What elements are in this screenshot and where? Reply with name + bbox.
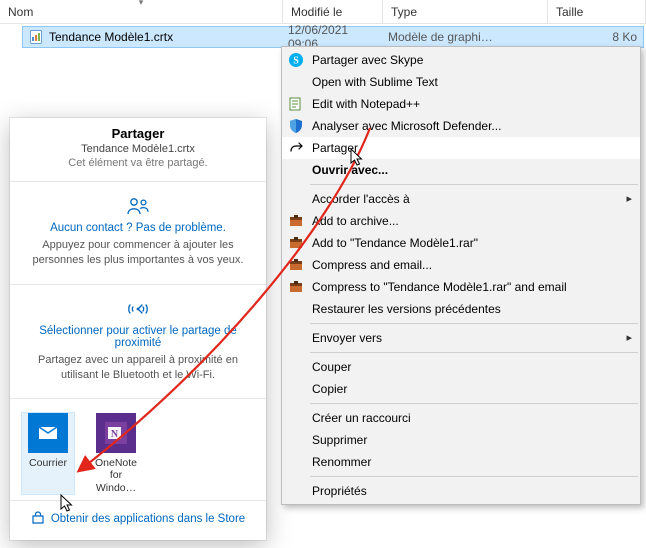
- menu-label: Partager avec Skype: [312, 53, 423, 67]
- app-label: Courrier: [22, 457, 74, 469]
- share-nearby-section[interactable]: Sélectionner pour activer le partage de …: [10, 284, 266, 399]
- menu-label: Renommer: [312, 455, 371, 469]
- column-label: Taille: [556, 5, 583, 19]
- menu-label: Ouvrir avec...: [312, 163, 388, 177]
- menu-label: Edit with Notepad++: [312, 97, 420, 111]
- share-contacts-section[interactable]: Aucun contact ? Pas de problème. Appuyez…: [10, 181, 266, 284]
- menu-item-supprimer[interactable]: Supprimer: [282, 429, 640, 451]
- file-type: Modèle de graphi…: [382, 30, 547, 44]
- menu-separator: [310, 352, 638, 353]
- share-nearby-body: Partagez avec un appareil à proximité en…: [28, 353, 248, 383]
- sort-caret-icon: ▾: [139, 0, 144, 8]
- winrar-icon: [287, 278, 305, 296]
- app-tile-mail[interactable]: Courrier: [22, 413, 74, 493]
- menu-label: Couper: [312, 360, 351, 374]
- menu-separator: [310, 403, 638, 404]
- menu-item-couper[interactable]: Couper: [282, 356, 640, 378]
- menu-item-skype[interactable]: S Partager avec Skype: [282, 49, 640, 71]
- share-header: Partager Tendance Modèle1.crtx Cet éléme…: [10, 118, 266, 181]
- menu-label: Add to "Tendance Modèle1.rar": [312, 236, 478, 250]
- context-menu: S Partager avec Skype Open with Sublime …: [281, 46, 641, 505]
- menu-item-compress-rar-email[interactable]: Compress to "Tendance Modèle1.rar" and e…: [282, 276, 640, 298]
- menu-item-copier[interactable]: Copier: [282, 378, 640, 400]
- column-header-modified[interactable]: Modifié le: [283, 0, 383, 23]
- file-size: 8 Ko: [547, 30, 643, 44]
- nearby-share-icon: [28, 299, 248, 319]
- share-apps-row: Courrier N OneNote for Windo…: [10, 398, 266, 499]
- menu-item-raccourci[interactable]: Créer un raccourci: [282, 407, 640, 429]
- menu-item-compress-email[interactable]: Compress and email...: [282, 254, 640, 276]
- svg-text:N: N: [111, 429, 119, 440]
- winrar-icon: [287, 234, 305, 252]
- column-header-size[interactable]: Taille: [548, 0, 646, 23]
- share-store-link[interactable]: Obtenir des applications dans le Store: [10, 500, 266, 538]
- menu-label: Envoyer vers: [312, 331, 382, 345]
- mail-icon: [28, 413, 68, 453]
- menu-item-accorder[interactable]: Accorder l'accès à ▸: [282, 188, 640, 210]
- column-label: Type: [391, 5, 417, 19]
- menu-item-notepadpp[interactable]: Edit with Notepad++: [282, 93, 640, 115]
- share-filename: Tendance Modèle1.crtx: [26, 143, 250, 155]
- menu-separator: [310, 476, 638, 477]
- share-panel: Partager Tendance Modèle1.crtx Cet éléme…: [10, 118, 266, 540]
- menu-label: Compress and email...: [312, 258, 432, 272]
- store-icon: [31, 511, 45, 528]
- people-icon: [28, 196, 248, 216]
- file-icon: [29, 29, 45, 45]
- column-label: Modifié le: [291, 5, 342, 19]
- notepadpp-icon: [287, 95, 305, 113]
- menu-label: Restaurer les versions précédentes: [312, 302, 501, 316]
- app-tile-onenote[interactable]: N OneNote for Windo…: [90, 413, 142, 493]
- menu-item-add-rar[interactable]: Add to "Tendance Modèle1.rar": [282, 232, 640, 254]
- menu-separator: [310, 323, 638, 324]
- share-title: Partager: [26, 126, 250, 141]
- menu-label: Partager: [312, 141, 358, 155]
- menu-item-ouvrir-avec[interactable]: Ouvrir avec...: [282, 159, 640, 181]
- menu-label: Add to archive...: [312, 214, 399, 228]
- menu-label: Open with Sublime Text: [312, 75, 438, 89]
- menu-item-restaurer[interactable]: Restaurer les versions précédentes: [282, 298, 640, 320]
- app-label: OneNote for Windo…: [90, 457, 142, 493]
- menu-label: Analyser avec Microsoft Defender...: [312, 119, 501, 133]
- skype-icon: S: [287, 51, 305, 69]
- menu-item-partager[interactable]: Partager: [282, 137, 640, 159]
- column-header-name[interactable]: Nom ▾: [0, 0, 283, 23]
- submenu-arrow-icon: ▸: [626, 331, 632, 344]
- menu-item-defender[interactable]: Analyser avec Microsoft Defender...: [282, 115, 640, 137]
- menu-separator: [310, 184, 638, 185]
- share-contacts-title: Aucun contact ? Pas de problème.: [28, 222, 248, 234]
- column-label: Nom: [8, 5, 33, 19]
- share-store-label: Obtenir des applications dans le Store: [51, 513, 245, 525]
- share-icon: [287, 139, 305, 157]
- menu-label: Copier: [312, 382, 347, 396]
- menu-item-sublime[interactable]: Open with Sublime Text: [282, 71, 640, 93]
- share-nearby-title: Sélectionner pour activer le partage de …: [28, 325, 248, 349]
- submenu-arrow-icon: ▸: [626, 192, 632, 205]
- column-header-row: Nom ▾ Modifié le Type Taille: [0, 0, 646, 24]
- menu-label: Supprimer: [312, 433, 367, 447]
- menu-label: Créer un raccourci: [312, 411, 411, 425]
- file-name: Tendance Modèle1.crtx: [49, 30, 173, 44]
- share-subtitle: Cet élément va être partagé.: [26, 157, 250, 169]
- share-contacts-body: Appuyez pour commencer à ajouter les per…: [28, 238, 248, 268]
- menu-item-add-archive[interactable]: Add to archive...: [282, 210, 640, 232]
- menu-item-proprietes[interactable]: Propriétés: [282, 480, 640, 502]
- svg-text:S: S: [293, 56, 299, 67]
- menu-item-envoyer-vers[interactable]: Envoyer vers ▸: [282, 327, 640, 349]
- menu-item-renommer[interactable]: Renommer: [282, 451, 640, 473]
- menu-label: Accorder l'accès à: [312, 192, 410, 206]
- onenote-icon: N: [96, 413, 136, 453]
- file-row[interactable]: Tendance Modèle1.crtx 12/06/2021 09:06 M…: [22, 26, 644, 48]
- menu-label: Propriétés: [312, 484, 367, 498]
- menu-label: Compress to "Tendance Modèle1.rar" and e…: [312, 280, 567, 294]
- defender-icon: [287, 117, 305, 135]
- winrar-icon: [287, 212, 305, 230]
- winrar-icon: [287, 256, 305, 274]
- column-header-type[interactable]: Type: [383, 0, 548, 23]
